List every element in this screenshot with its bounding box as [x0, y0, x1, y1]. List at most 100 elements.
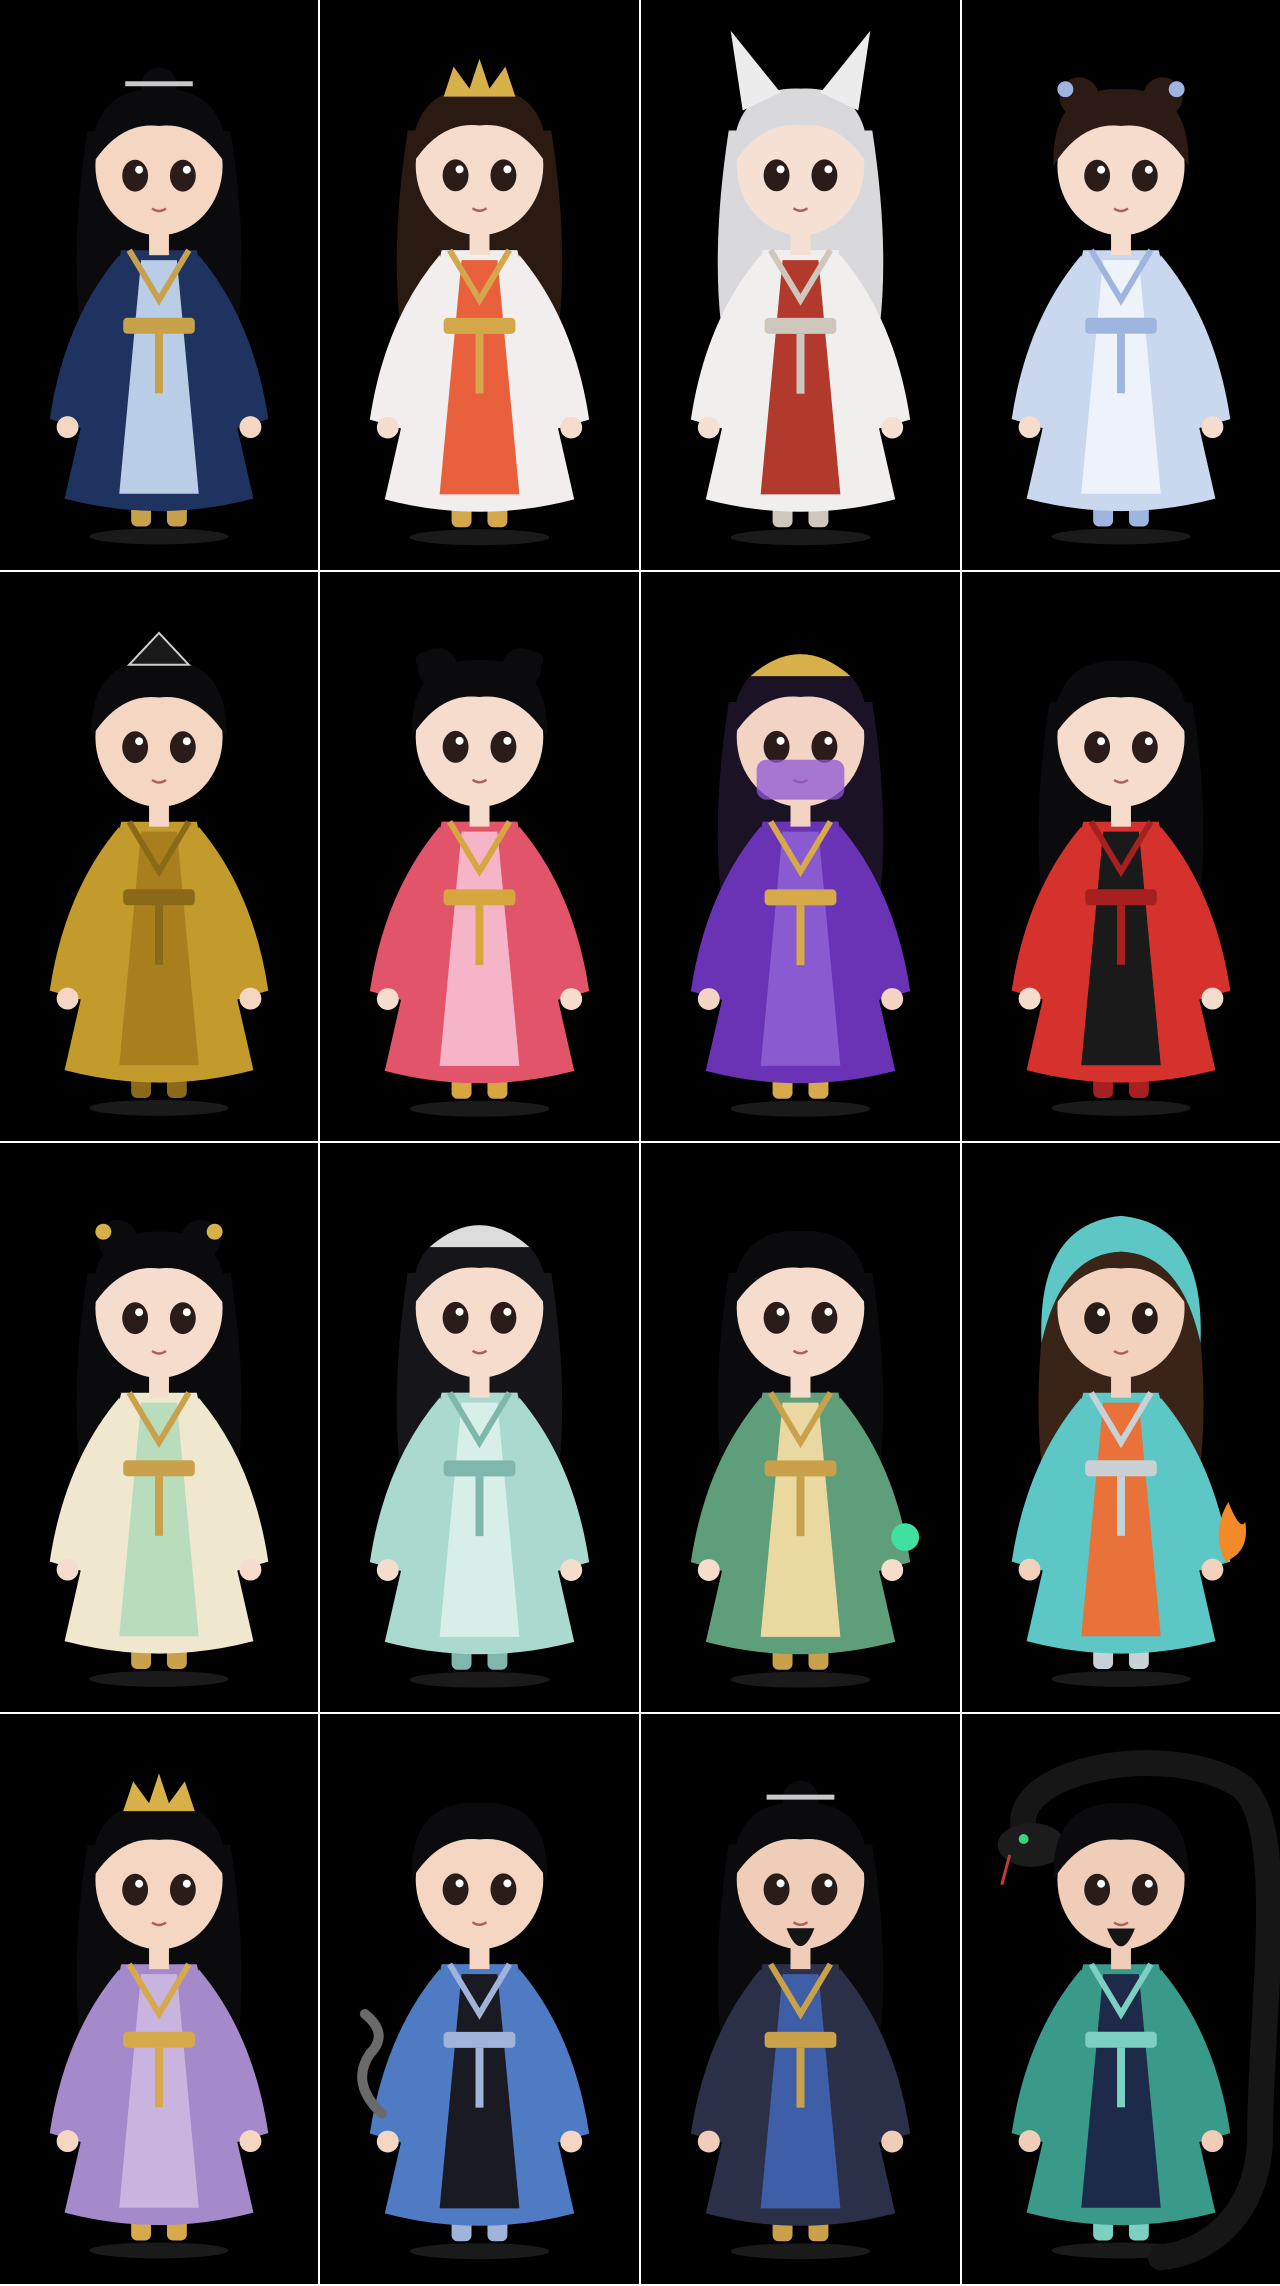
belt-tassel — [1117, 333, 1125, 394]
left-eye — [763, 1873, 790, 1906]
left-eye-highlight — [776, 1307, 785, 1316]
serpent-eye — [1018, 1834, 1029, 1844]
figure-illustration — [690, 654, 911, 1117]
right-eye — [1131, 1873, 1158, 1906]
left-eye-highlight — [1097, 1879, 1106, 1888]
right-hand — [239, 2130, 262, 2153]
left-hand — [56, 2130, 79, 2153]
tiara — [429, 1225, 530, 1248]
ground-shadow — [409, 1100, 550, 1117]
figure-illustration — [997, 1750, 1280, 2271]
right-hand — [1201, 2130, 1224, 2153]
right-hand — [239, 416, 262, 439]
left-hand — [56, 987, 79, 1010]
figure-young-prince — [49, 1773, 269, 2259]
belt-tassel — [475, 2047, 484, 2108]
figure-red-pink-dancer — [369, 648, 590, 1117]
ground-shadow — [409, 529, 550, 546]
figure-tile — [0, 1143, 318, 1712]
figure-illustration — [49, 631, 269, 1116]
figure-illustration — [1011, 660, 1231, 1116]
left-ornament — [95, 1223, 112, 1240]
left-eye-highlight — [455, 1307, 464, 1316]
belt — [1085, 1460, 1157, 1477]
belt — [764, 2031, 837, 2048]
right-eye-highlight — [182, 1879, 191, 1888]
right-eye-highlight — [824, 1307, 833, 1316]
right-eye-highlight — [503, 1307, 512, 1316]
belt-tassel — [155, 1476, 163, 1536]
character-sheet — [0, 0, 1280, 2286]
hair-crown — [126, 631, 192, 666]
figure-tile — [320, 0, 639, 570]
figure-green-orb-sorceress — [690, 1231, 920, 1688]
right-eye-highlight — [503, 736, 512, 745]
figure-jade-robed-lady — [369, 1225, 590, 1688]
figure-tile — [0, 0, 318, 570]
figure-tile — [320, 1143, 639, 1712]
left-eye-highlight — [135, 1308, 144, 1317]
left-hand — [1018, 2130, 1041, 2153]
ground-shadow — [89, 2242, 229, 2259]
belt — [1085, 889, 1157, 906]
left-eye-highlight — [776, 1879, 785, 1888]
figure-tile — [320, 1714, 639, 2284]
right-eye — [490, 1301, 517, 1334]
figure-illustration — [690, 1780, 911, 2260]
right-eye-highlight — [503, 165, 512, 174]
figure-tile — [641, 0, 960, 570]
figure-butterfly-bun-girl — [49, 1219, 269, 1687]
figure-tile — [962, 1714, 1280, 2284]
figure-illustration — [1011, 1215, 1247, 1687]
belt-tassel — [796, 2047, 805, 2108]
right-eye — [1131, 1302, 1158, 1335]
right-eye — [490, 730, 517, 763]
figure-illustration — [690, 1231, 920, 1688]
figure-female-dancer — [369, 58, 590, 546]
right-hand — [560, 988, 583, 1011]
right-eye — [811, 1873, 838, 1906]
left-hand — [1018, 987, 1041, 1010]
left-eye — [763, 730, 790, 763]
right-eye-highlight — [1144, 165, 1153, 174]
right-hand — [239, 1558, 262, 1581]
right-hand — [560, 416, 583, 439]
ground-shadow — [409, 2243, 550, 2260]
belt-tassel — [155, 333, 163, 394]
belt-tassel — [1117, 905, 1125, 965]
figure-tile — [962, 572, 1280, 1141]
ground-shadow — [730, 1100, 871, 1117]
figure-smoke-mage — [357, 1802, 590, 2260]
figure-fox-eared-girl — [690, 30, 911, 546]
left-hand — [56, 1558, 79, 1581]
hair-pin — [125, 81, 193, 87]
right-eye-highlight — [182, 1308, 191, 1317]
ground-shadow — [1051, 528, 1191, 545]
right-ornament — [1168, 81, 1185, 98]
right-eye-highlight — [1144, 737, 1153, 746]
ground-shadow — [89, 1670, 229, 1687]
figure-tile — [962, 0, 1280, 570]
right-eye — [169, 1873, 196, 1906]
ground-shadow — [730, 529, 871, 546]
left-eye — [1084, 1302, 1111, 1335]
belt — [1085, 2031, 1157, 2048]
belt-tassel — [155, 2047, 163, 2108]
left-eye — [763, 159, 790, 192]
belt-tassel — [1117, 1476, 1125, 1536]
right-eye — [169, 159, 196, 192]
left-eye — [1084, 159, 1111, 192]
left-hand — [1018, 416, 1041, 439]
left-eye-highlight — [1097, 737, 1106, 746]
ground-shadow — [89, 1099, 229, 1116]
left-eye — [763, 1301, 790, 1334]
figure-illustration — [690, 30, 911, 546]
figure-snake-sorcerer — [997, 1750, 1280, 2271]
figure-bearded-scholar — [690, 1780, 911, 2260]
figure-tile — [641, 1143, 960, 1712]
left-eye — [442, 730, 469, 763]
right-ornament — [527, 652, 544, 669]
right-eye — [1131, 731, 1158, 764]
left-hand — [376, 416, 399, 439]
left-eye-highlight — [135, 1879, 144, 1888]
